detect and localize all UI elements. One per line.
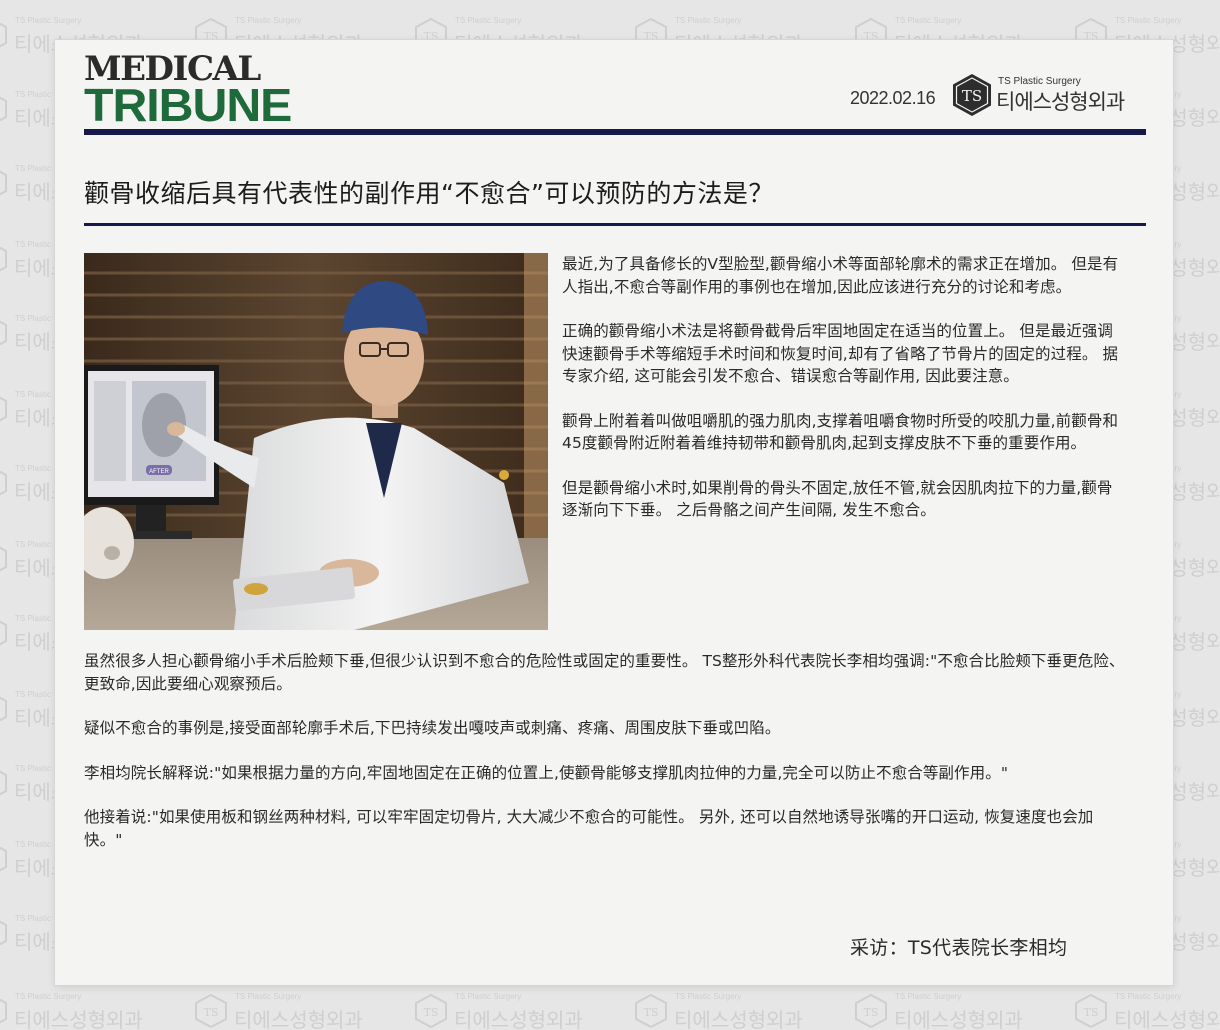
watermark-logo-icon: TS (0, 998, 7, 1024)
hexagon-logo-icon: TS (953, 74, 991, 116)
svg-text:TS: TS (864, 1006, 879, 1019)
monitor-after-label: AFTER (149, 469, 169, 475)
intro-column: 最近,为了具备修长的V型脸型,颧骨缩小术等面部轮廓术的需求正在增加。 但是有人指… (562, 253, 1128, 544)
intro-paragraph: 但是颧骨缩小术时,如果削骨的骨头不固定,放任不管,就会因肌肉拉下的力量,颧骨逐渐… (562, 478, 1113, 520)
watermark-tile: TSTS Plastic Surgery티에스성형외과 (0, 990, 190, 1030)
watermark-logo-icon: TS (0, 320, 7, 346)
brand-korean: 티에스성형외과 (996, 90, 1125, 114)
watermark-logo-icon: TS (0, 546, 7, 572)
logo-tribune: TRIBUNE (84, 79, 292, 131)
svg-text:TS: TS (204, 1006, 219, 1019)
watermark-logo-icon: TS (0, 246, 7, 272)
headline-rule (84, 223, 1146, 226)
body-paragraph: 李相均院长解释说:"如果根据力量的方向,牢固地固定在正确的位置上,使颧骨能够支撑… (84, 763, 1009, 782)
intro-paragraph: 颧骨上附着着叫做咀嚼肌的强力肌肉,支撑着咀嚼食物时所受的咬肌力量,前颧骨和45度… (562, 411, 1119, 453)
svg-text:TS: TS (424, 1006, 439, 1019)
publish-date: 2022.02.16 (850, 88, 936, 108)
watermark-logo-icon: TS (0, 846, 7, 872)
watermark-logo-icon: TS (0, 470, 7, 496)
watermark-logo-icon: TS (635, 994, 667, 1028)
body-paragraph: 虽然很多人担心颧骨缩小手术后脸颊下垂,但很少认识到不愈合的危险性或固定的重要性。… (84, 652, 1125, 693)
watermark-row: TSTS Plastic Surgery티에스성형외과TSTS Plastic … (0, 990, 1220, 1030)
watermark-tile: TSTS Plastic Surgery티에스성형외과 (1070, 990, 1220, 1030)
svg-text:TS: TS (1084, 1006, 1099, 1019)
watermark-logo-icon: TS (0, 96, 7, 122)
watermark-tile: TSTS Plastic Surgery티에스성형외과 (630, 990, 850, 1030)
watermark-tile: TSTS Plastic Surgery티에스성형외과 (850, 990, 1070, 1030)
interview-credit: 采访：TS代表院长李相均 (850, 937, 1068, 959)
body-paragraph: 他接着说:"如果使用板和钢丝两种材料, 可以牢牢固定切骨片, 大大减少不愈合的可… (84, 808, 1094, 849)
watermark-logo-icon: TS (0, 620, 7, 646)
watermark-logo-icon: TS (0, 920, 7, 946)
article-headline: 颧骨收缩后具有代表性的副作用“不愈合”可以预防的方法是？ (84, 179, 774, 208)
clinic-brand: TS TS Plastic Surgery 티에스성형외과 (950, 72, 1150, 122)
watermark-logo-icon: TS (415, 994, 447, 1028)
brand-logo-text: TS (962, 87, 982, 105)
watermark-logo-icon: TS (195, 994, 227, 1028)
newspaper-logo: MEDICAL TRIBUNE (84, 52, 324, 128)
svg-text:TS: TS (644, 1006, 659, 1019)
watermark-tile: TSTS Plastic Surgery티에스성형외과 (190, 990, 410, 1030)
article-body: 虽然很多人担心颧骨缩小手术后脸颊下垂,但很少认识到不愈合的危险性或固定的重要性。… (84, 650, 1130, 873)
watermark-logo-icon: TS (1075, 994, 1107, 1028)
watermark-logo-icon: TS (0, 22, 7, 48)
body-paragraph: 疑似不愈合的事例是,接受面部轮廓手术后,下巴持续发出嘎吱声或刺痛、疼痛、周围皮肤… (84, 719, 781, 737)
watermark-logo-icon: TS (0, 770, 7, 796)
watermark-tile: TSTS Plastic Surgery티에스성형외과 (410, 990, 630, 1030)
doctor-photo: AFTER (84, 253, 548, 630)
intro-paragraph: 最近,为了具备修长的V型脸型,颧骨缩小术等面部轮廓术的需求正在增加。 但是有人指… (562, 255, 1119, 296)
header-rule (84, 129, 1146, 135)
intro-paragraph: 正确的颧骨缩小术法是将颧骨截骨后牢固地固定在适当的位置上。 但是最近强调快速颧骨… (562, 322, 1119, 385)
watermark-logo-icon: TS (0, 696, 7, 722)
watermark-logo-icon: TS (855, 994, 887, 1028)
watermark-logo-icon: TS (0, 170, 7, 196)
watermark-logo-icon: TS (0, 396, 7, 422)
